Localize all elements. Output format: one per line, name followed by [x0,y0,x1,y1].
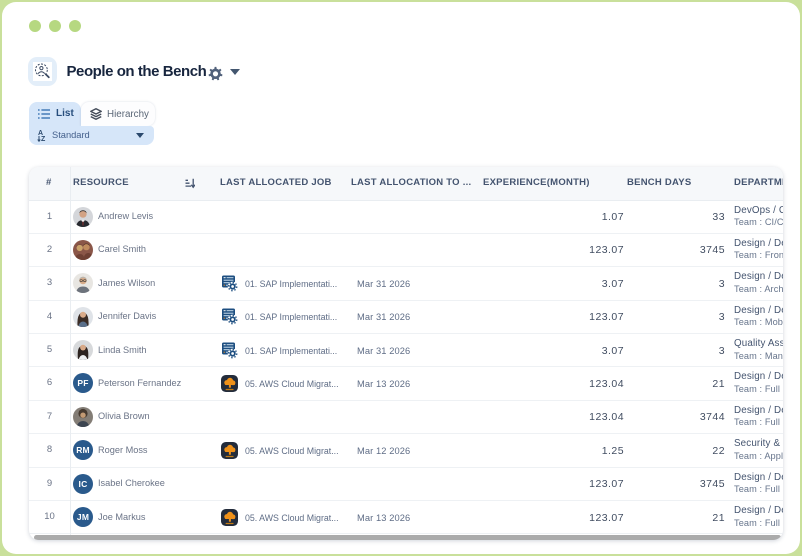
svg-text:Z: Z [41,136,46,142]
